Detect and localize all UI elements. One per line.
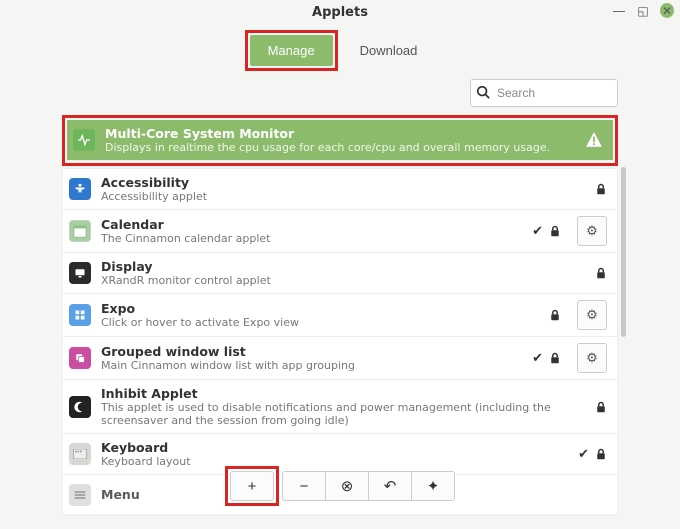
list-item-subtitle: Main Cinnamon window list with app group… — [101, 359, 522, 372]
annotation-highlight: + — [225, 466, 279, 506]
gear-icon: ⚙ — [586, 307, 598, 323]
list-item[interactable]: Grouped window list Main Cinnamon window… — [63, 337, 617, 380]
lock-icon — [549, 352, 561, 364]
tab-bar: Manage Download — [0, 24, 680, 79]
titlebar: Applets ― ◱ ✕ — [0, 0, 680, 24]
lock-icon — [595, 267, 607, 279]
undo-icon: ↶ — [384, 477, 397, 495]
window-controls: ― ◱ ✕ — [612, 3, 674, 18]
list-item-subtitle: The Cinnamon calendar applet — [101, 232, 522, 245]
list-item-title: Multi-Core System Monitor — [105, 126, 575, 141]
list-item-subtitle: Displays in realtime the cpu usage for e… — [105, 141, 575, 154]
search-input[interactable] — [470, 79, 618, 107]
star-icon: ✦ — [427, 477, 440, 495]
cancel-icon: ⊗ — [341, 477, 354, 495]
close-button[interactable]: ✕ — [660, 3, 674, 18]
maximize-button[interactable]: ◱ — [636, 4, 650, 18]
list-item[interactable]: Inhibit Applet This applet is used to di… — [63, 380, 617, 434]
window-title: Applets — [312, 5, 368, 20]
list-item-title: Accessibility — [101, 175, 585, 190]
list-item-text: Multi-Core System Monitor Displays in re… — [105, 126, 575, 154]
list-item-text: Calendar The Cinnamon calendar applet — [101, 217, 522, 245]
lock-icon — [595, 183, 607, 195]
list-item-subtitle: Accessibility applet — [101, 190, 585, 203]
list-item-subtitle: XRandR monitor control applet — [101, 274, 585, 287]
check-icon: ✔ — [532, 351, 543, 366]
check-icon: ✔ — [578, 447, 589, 462]
keyboard-icon — [69, 443, 91, 465]
remove-button[interactable]: − — [282, 471, 326, 501]
expo-icon — [69, 304, 91, 326]
check-icon: ✔ — [532, 224, 543, 239]
gear-icon: ⚙ — [586, 223, 598, 239]
annotation-highlight: Manage — [245, 30, 338, 71]
list-item[interactable]: Accessibility Accessibility applet — [63, 169, 617, 210]
settings-button[interactable]: ⚙ — [577, 216, 607, 246]
list-item-title: Inhibit Applet — [101, 386, 585, 401]
list-item-text: Accessibility Accessibility applet — [101, 175, 585, 203]
scrollbar[interactable] — [621, 167, 626, 337]
settings-button[interactable]: ⚙ — [577, 300, 607, 330]
lock-icon — [549, 225, 561, 237]
lock-icon — [595, 401, 607, 413]
minus-icon: − — [300, 478, 309, 495]
inhibit-icon — [69, 396, 91, 418]
list-item-text: Keyboard Keyboard layout — [101, 440, 568, 468]
list-item[interactable]: Expo Click or hover to activate Expo vie… — [63, 294, 617, 337]
list-item-title: Display — [101, 259, 585, 274]
list-item-title: Calendar — [101, 217, 522, 232]
list-item-subtitle: Click or hover to activate Expo view — [101, 316, 539, 329]
list-item-title: Grouped window list — [101, 344, 522, 359]
settings-button[interactable]: ⚙ — [577, 343, 607, 373]
system-monitor-icon — [73, 129, 95, 151]
action-toolbar: + − ⊗ ↶ ✦ — [62, 466, 618, 506]
lock-icon — [549, 309, 561, 321]
calendar-icon — [69, 220, 91, 242]
gear-icon: ⚙ — [586, 350, 598, 366]
list-item-text: Display XRandR monitor control applet — [101, 259, 585, 287]
applet-list: Accessibility Accessibility applet Calen… — [62, 168, 618, 516]
tab-manage[interactable]: Manage — [250, 35, 333, 66]
warning-icon — [585, 131, 603, 149]
minimize-button[interactable]: ― — [612, 4, 626, 18]
tab-download[interactable]: Download — [342, 30, 436, 71]
search-icon — [476, 85, 490, 99]
display-icon — [69, 262, 91, 284]
list-item-text: Expo Click or hover to activate Expo vie… — [101, 301, 539, 329]
list-item-subtitle: This applet is used to disable notificat… — [101, 401, 585, 427]
accessibility-icon — [69, 178, 91, 200]
grouped-window-list-icon — [69, 347, 91, 369]
list-item[interactable]: Calendar The Cinnamon calendar applet ✔ … — [63, 210, 617, 253]
annotation-highlight: Multi-Core System Monitor Displays in re… — [62, 115, 618, 166]
list-item-title: Keyboard — [101, 440, 568, 455]
search-field-wrap — [470, 79, 618, 107]
list-item[interactable]: Display XRandR monitor control applet — [63, 253, 617, 294]
extra-button[interactable]: ✦ — [411, 471, 455, 501]
add-button[interactable]: + — [230, 471, 274, 501]
list-item-text: Inhibit Applet This applet is used to di… — [101, 386, 585, 427]
list-item-title: Expo — [101, 301, 539, 316]
reset-button[interactable]: ↶ — [368, 471, 412, 501]
list-item[interactable]: Multi-Core System Monitor Displays in re… — [67, 120, 613, 161]
cancel-button[interactable]: ⊗ — [325, 471, 369, 501]
lock-icon — [595, 448, 607, 460]
plus-icon: + — [248, 478, 257, 495]
list-item-text: Grouped window list Main Cinnamon window… — [101, 344, 522, 372]
